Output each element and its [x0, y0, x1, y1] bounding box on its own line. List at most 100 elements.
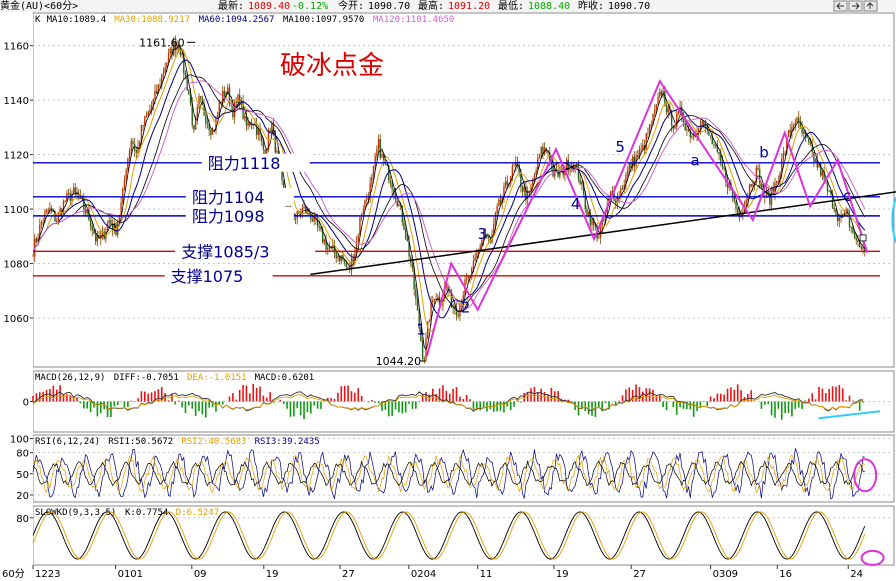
candle-body	[498, 199, 500, 206]
candle-body	[93, 229, 95, 234]
candle-body	[128, 151, 131, 159]
candle-body	[828, 190, 830, 192]
candle-body	[860, 246, 863, 249]
instrument-title: 黄金(AU)<60分>	[0, 0, 78, 12]
candle-body	[845, 209, 847, 212]
candle-body	[579, 179, 581, 185]
candle-body	[125, 170, 127, 180]
candle-body	[328, 247, 331, 249]
candle-body	[803, 131, 805, 134]
candle-body	[792, 125, 795, 128]
arrow-left-icon[interactable]	[833, 0, 848, 12]
candle-body	[110, 219, 112, 224]
candle-body	[637, 155, 639, 157]
candle-body	[411, 262, 414, 269]
candle-body	[686, 129, 688, 131]
candle-body	[653, 109, 656, 114]
candle-body	[184, 73, 187, 76]
candle-body	[56, 220, 58, 222]
candle-body	[416, 298, 419, 311]
candle-body	[850, 226, 852, 228]
wave-label: 3	[478, 225, 488, 243]
candle-body	[538, 156, 541, 159]
candle-body	[428, 320, 431, 322]
candle-body	[540, 146, 542, 157]
candle-body	[421, 341, 424, 359]
x-tick-label: 0309	[713, 569, 738, 580]
candle-body	[389, 180, 392, 184]
legend-item: D:6.5247	[176, 508, 219, 518]
candle-body	[135, 150, 138, 153]
wave-label: c	[843, 187, 851, 205]
candle-body	[533, 174, 536, 179]
candle-body	[398, 204, 400, 207]
legend-item: RSI(6,12,24)	[35, 437, 100, 447]
arrow-right-icon[interactable]	[848, 0, 863, 12]
y-tick-label: 1080	[4, 260, 29, 271]
wave-label: 2	[461, 299, 471, 317]
legend-item: K:0.7754	[125, 508, 168, 518]
period-label: 60分	[2, 568, 25, 580]
low-label: 最低:	[498, 0, 524, 12]
candle-body	[801, 127, 803, 134]
candle-body	[371, 177, 373, 184]
x-tick-label: 27	[633, 569, 646, 580]
candle-body	[145, 115, 148, 117]
y-tick-label: 1100	[4, 205, 29, 216]
legend-item: MA60:1094.2567	[199, 15, 275, 25]
arrow-up-icon[interactable]	[863, 0, 878, 12]
chart-canvas[interactable]: 黄金(AU)<60分> 最新: 1089.40 -0.12% 今开: 1090.…	[0, 0, 896, 581]
prev-close-value: 1090.70	[608, 1, 650, 12]
candle-body	[511, 166, 514, 177]
candle-body	[476, 253, 478, 258]
candle-body	[194, 118, 197, 130]
candle-body	[216, 112, 219, 117]
candle-body	[499, 199, 502, 203]
legend-item: DIFF:-0.7051	[114, 373, 179, 383]
candle-body	[775, 181, 778, 184]
candle-body	[91, 226, 93, 230]
x-tick-label: 27	[342, 569, 355, 580]
candle-body	[723, 167, 725, 169]
candle-body	[294, 218, 297, 220]
candle-body	[381, 153, 383, 158]
candle-body	[59, 208, 61, 213]
candle-body	[47, 209, 49, 211]
candle-body	[159, 85, 161, 86]
candle-body	[40, 222, 43, 226]
candle-body	[127, 158, 129, 171]
prev-close-label: 昨收:	[578, 0, 604, 12]
wave-label: 5	[615, 138, 625, 156]
candle-body	[357, 235, 359, 243]
candle-body	[808, 137, 810, 143]
candle-body	[318, 226, 320, 228]
candle-body	[108, 219, 110, 224]
candle-body	[809, 142, 812, 144]
candle-body	[494, 213, 497, 224]
candle-body	[684, 122, 686, 131]
change-value: -0.12%	[292, 1, 328, 12]
candle-body	[366, 198, 368, 200]
candle-body	[247, 121, 249, 126]
candle-body	[838, 217, 841, 221]
candle-body	[244, 115, 246, 119]
candle-body	[587, 212, 590, 215]
candle-body	[554, 170, 556, 177]
x-tick-label: 1223	[35, 569, 60, 580]
candle-body	[784, 152, 786, 154]
candle-body	[521, 186, 524, 192]
high-label: 最高:	[418, 0, 444, 12]
candle-body	[377, 138, 380, 149]
y-tick-label: 80	[16, 514, 29, 525]
y-tick-label: 50	[16, 470, 29, 481]
candle-body	[374, 155, 376, 167]
open-label: 今开:	[338, 0, 364, 12]
candle-body	[327, 247, 329, 250]
candle-body	[659, 91, 661, 97]
candle-body	[379, 138, 381, 158]
candle-body	[154, 90, 156, 99]
candle-body	[276, 151, 278, 153]
candle-body	[271, 123, 273, 133]
candle-body	[206, 123, 209, 125]
candle-body	[164, 67, 166, 74]
